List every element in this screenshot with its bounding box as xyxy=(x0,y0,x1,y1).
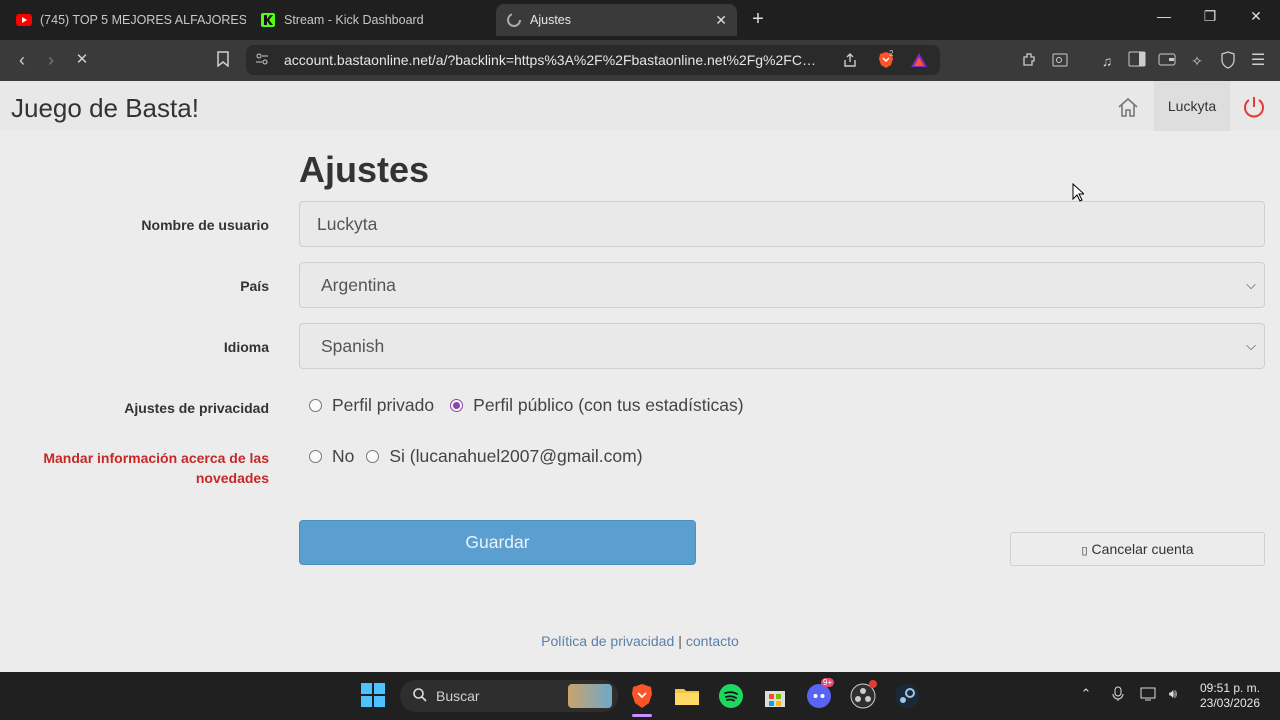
news-yes-radio[interactable] xyxy=(366,450,380,463)
country-label: País xyxy=(240,278,269,294)
tab-label: Stream - Kick Dashboard xyxy=(284,13,424,27)
search-placeholder: Buscar xyxy=(436,688,480,704)
cancel-account-label: Cancelar cuenta xyxy=(1091,541,1194,557)
microsoft-store-icon[interactable] xyxy=(761,682,789,710)
bookmark-icon[interactable] xyxy=(213,51,233,71)
sidebar-icon[interactable] xyxy=(1127,51,1147,71)
user-menu[interactable]: Luckyta xyxy=(1154,81,1230,131)
tab-ajustes[interactable]: Ajustes ✕ xyxy=(496,4,737,36)
privacy-private-radio[interactable] xyxy=(309,399,322,412)
footer: Política de privacidad | contacto xyxy=(0,633,1280,649)
privacy-radio-group: Perfil privado Perfil público (con tus e… xyxy=(309,395,760,416)
tab-label: (745) TOP 5 MEJORES ALFAJORES - Y xyxy=(40,13,246,27)
tab-label: Ajustes xyxy=(530,13,571,27)
extensions-icon[interactable] xyxy=(1020,51,1040,71)
page-content: Juego de Basta! Luckyta Ajustes Nombre d… xyxy=(0,81,1280,672)
footer-separator: | xyxy=(678,633,682,649)
logout-power-icon[interactable] xyxy=(1241,94,1267,120)
browser-toolbar: ‹ › ✕ account.bastaonline.net/a/?backlin… xyxy=(0,40,1280,81)
close-tab-icon[interactable]: ✕ xyxy=(715,12,727,29)
youtube-icon xyxy=(16,12,32,28)
vpn-icon[interactable] xyxy=(1218,51,1238,71)
window-close-icon[interactable]: ✕ xyxy=(1246,8,1266,30)
url-text: account.bastaonline.net/a/?backlink=http… xyxy=(284,52,824,68)
username-field[interactable]: Luckyta xyxy=(299,201,1265,247)
privacy-public-radio[interactable] xyxy=(450,399,464,412)
username-label: Nombre de usuario xyxy=(141,217,269,233)
address-bar[interactable]: account.bastaonline.net/a/?backlink=http… xyxy=(246,45,940,75)
volume-icon[interactable]: 🔊︎ xyxy=(1163,686,1183,702)
taskbar-search[interactable]: Buscar xyxy=(400,680,618,712)
clock-date: 23/03/2026 xyxy=(1199,696,1261,710)
windows-taskbar: Buscar 9+ ⌃ 🔊︎ 09:51 p. m. 23/03/2026 xyxy=(0,672,1280,720)
browser-tab-bar: (745) TOP 5 MEJORES ALFAJORES - Y Stream… xyxy=(0,0,1280,40)
media-icon[interactable]: ♫ xyxy=(1097,51,1117,71)
privacy-label: Ajustes de privacidad xyxy=(124,400,269,416)
country-select[interactable]: Argentina ⌵ xyxy=(299,262,1265,308)
stop-loading-icon[interactable]: ✕ xyxy=(71,50,93,72)
username-value: Luckyta xyxy=(317,214,378,234)
news-yes-label[interactable]: Si (lucanahuel2007@gmail.com) xyxy=(389,446,642,467)
steam-icon[interactable] xyxy=(893,682,921,710)
tab-kick[interactable]: Stream - Kick Dashboard xyxy=(250,4,490,36)
microphone-icon[interactable] xyxy=(1108,686,1128,705)
cancel-account-button[interactable]: ▯ Cancelar cuenta xyxy=(1010,532,1265,566)
new-tab-button[interactable]: + xyxy=(748,8,768,32)
search-highlight-image xyxy=(568,684,612,708)
home-icon[interactable] xyxy=(1116,96,1140,118)
brave-browser-icon[interactable] xyxy=(628,682,656,717)
chevron-down-icon: ⌵ xyxy=(1246,338,1256,353)
news-no-label[interactable]: No xyxy=(332,446,354,467)
chevron-down-icon: ⌵ xyxy=(1246,277,1256,292)
country-value: Argentina xyxy=(321,275,396,295)
minimize-icon[interactable]: — xyxy=(1154,8,1174,30)
discord-badge: 9+ xyxy=(821,678,835,687)
tab-youtube[interactable]: (745) TOP 5 MEJORES ALFAJORES - Y xyxy=(6,4,246,36)
restore-icon[interactable]: ❐ xyxy=(1200,8,1220,30)
mouse-cursor-icon xyxy=(1072,182,1086,203)
brave-rewards-icon[interactable] xyxy=(910,51,928,74)
spotify-icon[interactable] xyxy=(717,682,745,710)
trash-icon: ▯ xyxy=(1081,545,1088,557)
leo-ai-icon[interactable]: ✧ xyxy=(1187,51,1207,71)
file-explorer-icon[interactable] xyxy=(673,682,701,710)
site-settings-icon[interactable] xyxy=(254,51,270,72)
privacy-private-label[interactable]: Perfil privado xyxy=(332,395,434,416)
clock-time: 09:51 p. m. xyxy=(1199,681,1261,695)
reader-icon[interactable] xyxy=(1050,51,1070,71)
wallet-icon[interactable] xyxy=(1157,51,1177,71)
kick-icon xyxy=(260,12,276,28)
discord-icon[interactable]: 9+ xyxy=(805,678,835,710)
windows-start-icon[interactable] xyxy=(360,682,388,710)
language-select[interactable]: Spanish ⌵ xyxy=(299,323,1265,369)
loading-icon xyxy=(506,12,522,28)
back-icon[interactable]: ‹ xyxy=(11,50,33,72)
contact-link[interactable]: contacto xyxy=(686,633,739,649)
active-indicator xyxy=(632,714,652,717)
save-button[interactable]: Guardar xyxy=(299,520,696,565)
site-header: Juego de Basta! Luckyta xyxy=(0,81,1280,131)
shields-badge: 2 xyxy=(889,49,894,58)
obs-icon[interactable] xyxy=(849,680,877,710)
recording-indicator xyxy=(869,680,877,688)
privacy-public-label[interactable]: Perfil público (con tus estadísticas) xyxy=(473,395,743,416)
language-label: Idioma xyxy=(223,339,269,355)
share-icon[interactable] xyxy=(842,52,858,73)
search-icon xyxy=(412,687,428,703)
news-label: Mandar información acerca de las novedad… xyxy=(43,450,269,486)
network-icon[interactable] xyxy=(1139,686,1159,705)
privacy-policy-link[interactable]: Política de privacidad xyxy=(541,633,674,649)
news-radio-group: No Si (lucanahuel2007@gmail.com) xyxy=(309,446,659,467)
site-brand[interactable]: Juego de Basta! xyxy=(11,93,199,124)
system-clock[interactable]: 09:51 p. m. 23/03/2026 xyxy=(1192,681,1268,711)
news-no-radio[interactable] xyxy=(309,450,322,463)
menu-icon[interactable]: ☰ xyxy=(1248,51,1268,71)
tray-chevron-up-icon[interactable]: ⌃ xyxy=(1076,686,1096,702)
forward-icon[interactable]: › xyxy=(40,50,62,72)
language-value: Spanish xyxy=(321,336,385,356)
page-title: Ajustes xyxy=(299,149,430,190)
